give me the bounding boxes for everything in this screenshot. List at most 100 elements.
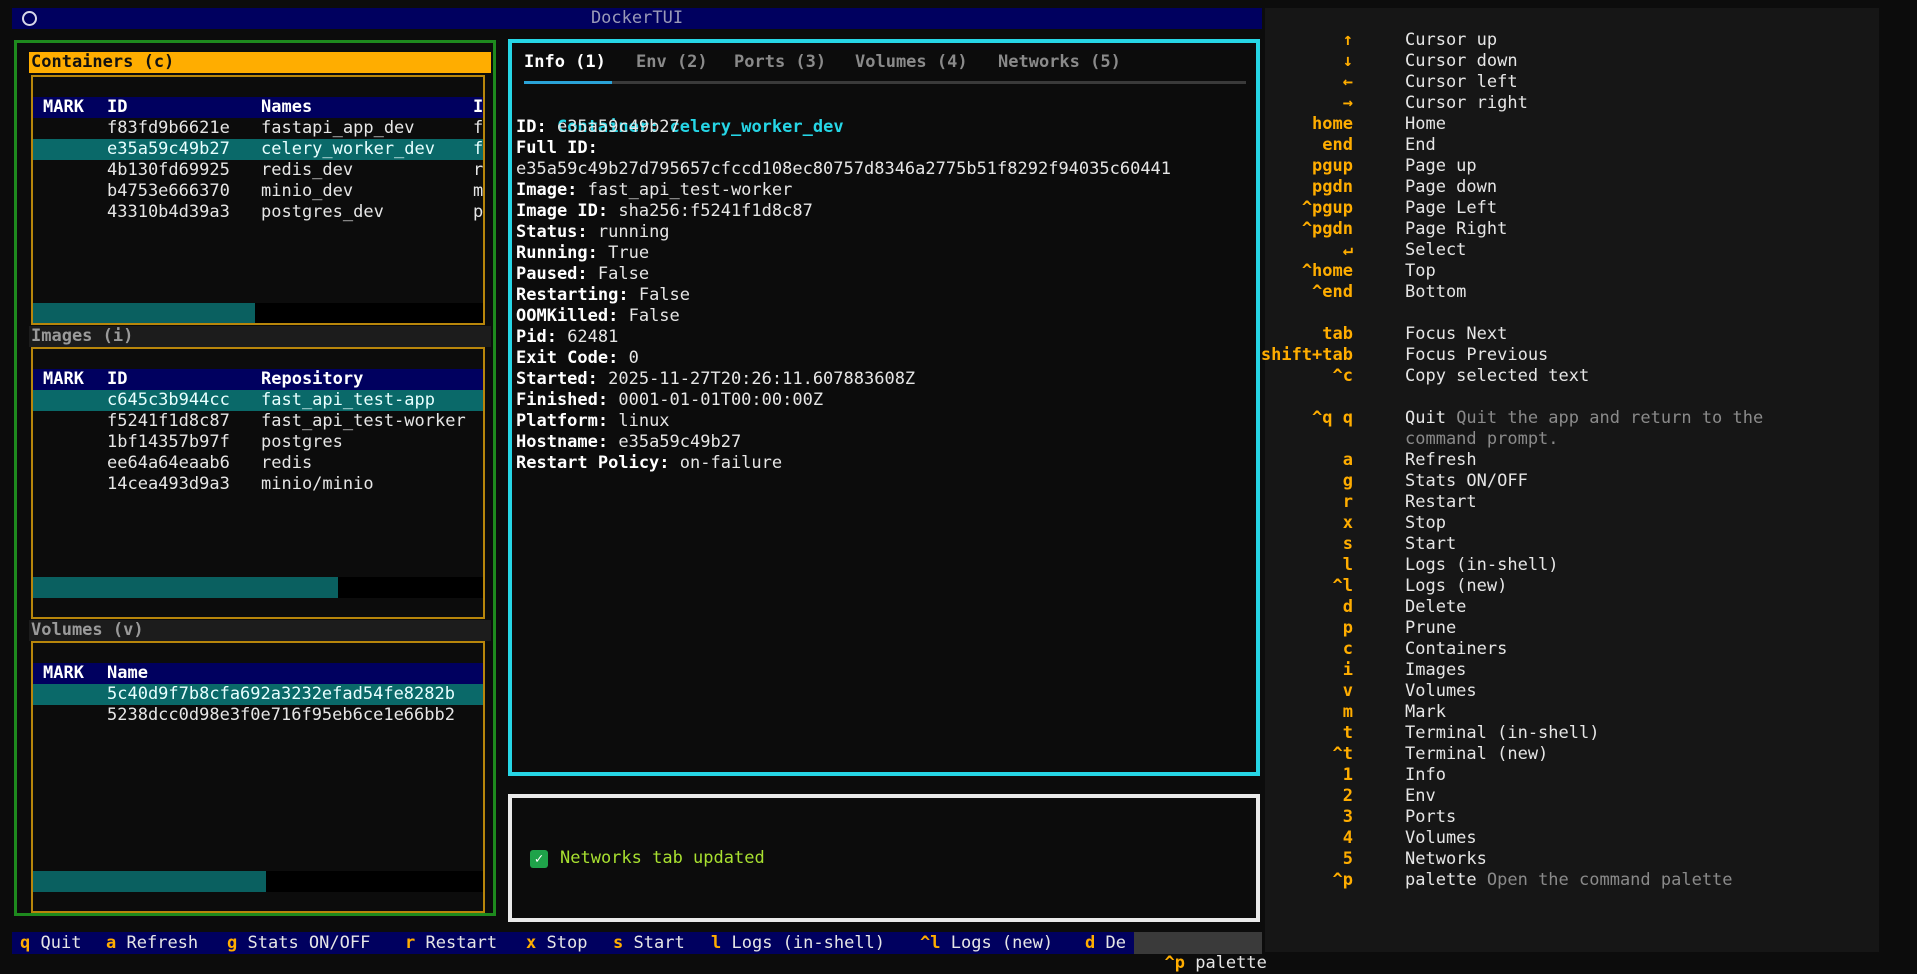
help-extra: Open the command palette — [1476, 870, 1733, 890]
footer-item[interactable]: a Refresh — [106, 933, 198, 954]
scrollbar-thumb[interactable] — [33, 871, 266, 892]
images-table[interactable]: MARK ID Repository c645c3b944cc fast_api_… — [31, 347, 485, 619]
help-key: 1 — [1342, 765, 1353, 785]
tab-env[interactable]: Env (2) — [636, 52, 708, 73]
scrollbar-thumb[interactable] — [33, 303, 255, 323]
table-row[interactable]: c645c3b944cc fast_api_test-app — [33, 390, 483, 411]
help-description: Logs (new) — [1405, 576, 1507, 597]
tab-info[interactable]: Info (1) — [524, 52, 606, 73]
cell-id: b4753e666370 — [107, 181, 230, 201]
field-key: Status: — [516, 222, 588, 242]
field-key: Image ID: — [516, 201, 609, 221]
help-action: Containers — [1405, 639, 1508, 659]
column-header-id[interactable]: ID — [107, 369, 127, 390]
table-row[interactable]: 14cea493d9a3 minio/minio — [33, 474, 483, 495]
help-key: 2 — [1342, 786, 1353, 806]
help-key: home — [1312, 114, 1353, 134]
table-row[interactable]: f83fd9b6621e fastapi_app_dev f — [33, 118, 484, 139]
footer-key: l — [711, 933, 722, 953]
table-row[interactable]: 1bf14357b97f postgres — [33, 432, 483, 453]
images-horizontal-scrollbar[interactable] — [33, 577, 483, 598]
help-action: Volumes — [1405, 828, 1477, 848]
help-action: Logs (in-shell) — [1405, 555, 1559, 575]
field-value: False — [587, 264, 650, 284]
help-description: Images — [1405, 660, 1466, 681]
help-key: ^p — [1332, 870, 1353, 890]
table-row[interactable]: 43310b4d39a3 postgres_dev p — [33, 202, 483, 223]
scrollbar-thumb[interactable] — [33, 577, 338, 598]
containers-section-title[interactable]: Containers (c) — [29, 52, 491, 73]
field-value: linux — [608, 411, 670, 431]
cell-id: 14cea493d9a3 — [107, 474, 230, 494]
field-key: Hostname: — [516, 432, 609, 452]
footer-item[interactable]: x Stop — [526, 933, 587, 954]
tab-volumes[interactable]: Volumes (4) — [855, 52, 968, 73]
field-key: Finished: — [516, 390, 609, 410]
cell-id: 43310b4d39a3 — [107, 202, 230, 222]
table-row[interactable]: ee64a64eaab6 redis — [33, 453, 483, 474]
images-section-title[interactable]: Images (i) — [29, 326, 491, 347]
column-header-id[interactable]: ID — [107, 97, 127, 118]
column-header-mark[interactable]: MARK — [43, 663, 84, 684]
field-key: Image: — [516, 180, 578, 200]
footer-palette[interactable]: ^p palette — [1134, 932, 1267, 973]
field-value: False — [628, 285, 691, 305]
help-description: Networks — [1405, 849, 1487, 870]
help-action: Mark — [1405, 702, 1446, 722]
footer-key: d — [1085, 933, 1096, 953]
help-panel: ↑ Cursor up ↓ Cursor down ← Cursor left → Curso… — [1261, 8, 1879, 952]
help-description: Refresh — [1405, 450, 1477, 471]
help-key: l — [1342, 555, 1353, 575]
footer-item[interactable]: r Restart — [405, 933, 497, 954]
help-description: Home — [1405, 114, 1446, 135]
column-header-repository[interactable]: Repository — [261, 369, 363, 390]
table-row[interactable]: 5238dcc0d98e3f0e716f95eb6ce1e66bb2 — [33, 705, 483, 726]
table-row[interactable]: e35a59c49b27 celery_worker_dev f — [33, 139, 483, 160]
field-key: Restarting: — [516, 285, 629, 305]
column-header-image[interactable]: I — [473, 97, 483, 118]
help-key: g — [1342, 471, 1353, 491]
volumes-horizontal-scrollbar[interactable] — [33, 871, 483, 892]
footer-item[interactable]: l Logs (in-shell) — [711, 933, 885, 954]
tab-ports[interactable]: Ports (3) — [734, 52, 826, 73]
help-description: Start — [1405, 534, 1456, 555]
info-field: Running: True — [516, 243, 649, 264]
containers-table[interactable]: MARK ID Names I f83fd9b6621e fastapi_app_… — [31, 75, 485, 325]
field-key: Exit Code: — [516, 348, 619, 368]
column-header-names[interactable]: Names — [261, 97, 312, 118]
field-value: e35a59c49b27 — [608, 432, 742, 452]
footer-item[interactable]: g Stats ON/OFF — [227, 933, 370, 954]
column-header-name[interactable]: Name — [107, 663, 148, 684]
containers-horizontal-scrollbar[interactable] — [33, 303, 483, 323]
footer-item[interactable]: q Quit — [20, 933, 81, 954]
table-row[interactable]: f5241f1d8c87 fast_api_test-worker — [33, 411, 483, 432]
tab-networks[interactable]: Networks (5) — [998, 52, 1121, 73]
help-action: Volumes — [1405, 681, 1477, 701]
active-tab-indicator — [524, 81, 612, 84]
table-row[interactable]: 4b130fd69925 redis_dev r — [33, 160, 483, 181]
help-description: Bottom — [1405, 282, 1466, 303]
cell-i: f — [473, 118, 484, 138]
volumes-section-title[interactable]: Volumes (v) — [29, 620, 491, 641]
help-key: ↑ — [1342, 30, 1353, 50]
cell-id: f83fd9b6621e — [107, 118, 230, 138]
volumes-table[interactable]: MARK Name 5c40d9f7b8cfa692a3232efad54fe8… — [31, 641, 485, 913]
help-action: Cursor left — [1405, 72, 1518, 92]
help-action: Refresh — [1405, 450, 1477, 470]
cell-name: redis_dev — [261, 160, 354, 180]
column-header-mark[interactable]: MARK — [43, 97, 84, 118]
help-action: Focus Next — [1405, 324, 1508, 344]
table-row[interactable]: 5c40d9f7b8cfa692a3232efad54fe8282b — [33, 684, 483, 705]
info-field: Full ID: — [516, 138, 598, 159]
cell-name: 5c40d9f7b8cfa692a3232efad54fe8282b — [107, 684, 455, 704]
column-header-mark[interactable]: MARK — [43, 369, 84, 390]
footer-item[interactable]: ^l Logs (new) — [920, 933, 1053, 954]
table-row[interactable]: b4753e666370 minio_dev m — [33, 181, 483, 202]
help-key: i — [1342, 660, 1353, 680]
footer-item[interactable]: s Start — [613, 933, 685, 954]
footer-label: Refresh — [126, 933, 199, 953]
help-description: Logs (in-shell) — [1405, 555, 1559, 576]
footer-item[interactable]: d De — [1085, 933, 1126, 954]
title-bar: DockerTUI — [12, 8, 1262, 29]
cell-id: 4b130fd69925 — [107, 160, 230, 180]
